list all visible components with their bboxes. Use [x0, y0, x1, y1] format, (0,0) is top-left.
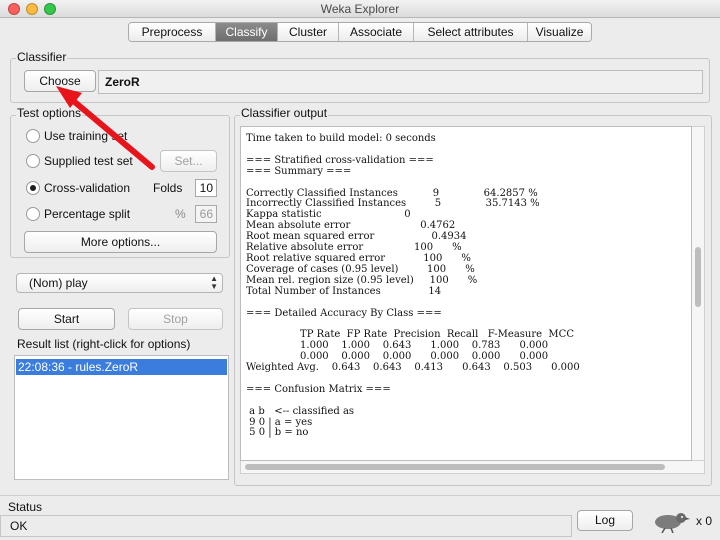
output-line: Total Number of Instances 14	[246, 285, 442, 297]
output-line: === Detailed Accuracy By Class ===	[246, 307, 442, 319]
output-horizontal-scrollbar[interactable]	[240, 461, 705, 474]
tab-associate[interactable]: Associate	[339, 23, 414, 41]
classifier-output-label: Classifier output	[240, 106, 329, 120]
output-line: === Confusion Matrix ===	[246, 383, 391, 395]
select-arrows-icon: ▲ ▼	[210, 274, 218, 291]
weka-explorer-window: Weka Explorer Preprocess Classify Cluste…	[0, 0, 720, 540]
choose-button[interactable]: Choose	[24, 70, 96, 92]
horizontal-scroll-thumb[interactable]	[245, 464, 665, 470]
class-attribute-select[interactable]: (Nom) play ▲ ▼	[16, 273, 223, 293]
class-attribute-value: (Nom) play	[29, 276, 88, 290]
result-list-label: Result list (right-click for options)	[17, 337, 191, 351]
set-test-set-button[interactable]: Set...	[160, 150, 217, 172]
vertical-scroll-thumb[interactable]	[695, 247, 701, 307]
folds-label: Folds	[153, 181, 183, 195]
output-line: Time taken to build model: 0 seconds	[246, 133, 436, 144]
task-count: x 0	[696, 514, 713, 528]
tab-preprocess[interactable]: Preprocess	[129, 23, 216, 41]
classifier-output-text-area[interactable]: Time taken to build model: 0 seconds ===…	[240, 126, 692, 461]
status-label: Status	[8, 500, 43, 514]
classifier-group-label: Classifier	[16, 50, 68, 64]
result-list[interactable]: 22:08:36 - rules.ZeroR	[14, 355, 229, 480]
cross-validation-label: Cross-validation	[44, 181, 131, 195]
radio-button[interactable]	[26, 181, 40, 195]
supplied-test-set-label: Supplied test set	[44, 154, 133, 168]
percent-symbol: %	[175, 207, 186, 221]
radio-button[interactable]	[26, 129, 40, 143]
output-vertical-scrollbar[interactable]	[692, 126, 705, 461]
tab-cluster[interactable]: Cluster	[278, 23, 339, 41]
radio-button[interactable]	[26, 154, 40, 168]
tab-visualize[interactable]: Visualize	[528, 23, 591, 41]
output-line: Weighted Avg. 0.643 0.643 0.413 0.643 0.…	[246, 362, 580, 374]
more-options-button[interactable]: More options...	[24, 231, 217, 253]
percentage-input[interactable]: 66	[195, 205, 217, 223]
output-line: a b <-- classified as	[246, 405, 355, 417]
output-line: === Summary ===	[246, 165, 352, 177]
status-message: OK	[10, 519, 28, 533]
status-message-box: OK	[0, 515, 572, 537]
tab-bar: Preprocess Classify Cluster Associate Se…	[128, 22, 592, 42]
stop-button[interactable]: Stop	[128, 308, 223, 330]
weka-bird-icon	[655, 513, 690, 533]
title-bar: Weka Explorer	[0, 0, 720, 18]
tab-select-attributes[interactable]: Select attributes	[414, 23, 528, 41]
window-title: Weka Explorer	[320, 2, 400, 16]
use-training-set-label: Use training set	[44, 129, 128, 143]
radio-button[interactable]	[26, 207, 40, 221]
output-line: 5 0 | b = no	[246, 427, 309, 439]
result-list-item[interactable]: 22:08:36 - rules.ZeroR	[16, 359, 227, 375]
start-button[interactable]: Start	[18, 308, 115, 330]
classifier-value[interactable]: ZeroR	[98, 70, 703, 94]
folds-input[interactable]: 10	[195, 179, 217, 197]
status-bar: Status OK Log x 0	[0, 495, 720, 540]
classifier-output-text: Time taken to build model: 0 seconds ===…	[246, 133, 580, 439]
log-button[interactable]: Log	[577, 510, 633, 531]
test-options-group-label: Test options	[16, 106, 83, 120]
tab-classify[interactable]: Classify	[216, 23, 278, 41]
percentage-split-label: Percentage split	[44, 207, 131, 221]
